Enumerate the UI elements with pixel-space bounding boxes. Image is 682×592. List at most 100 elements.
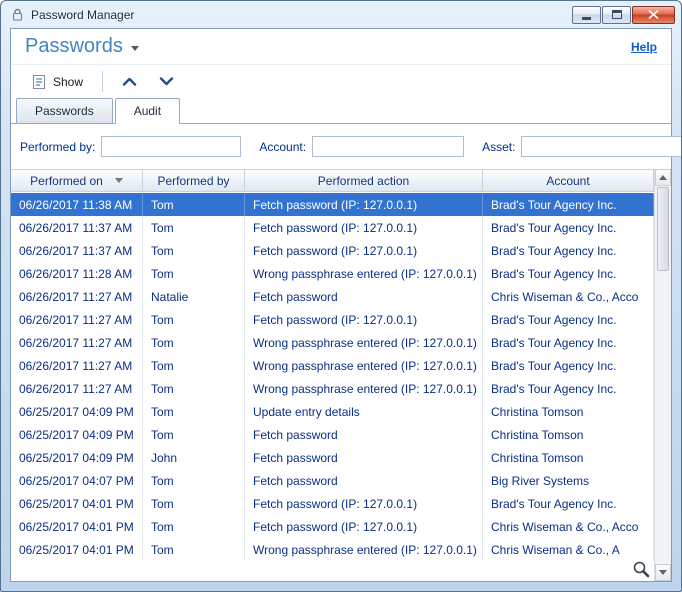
table-cell-action: Wrong passphrase entered (IP: 127.0.0.1)	[245, 538, 483, 561]
table-cell-action: Fetch password	[245, 469, 483, 492]
table-header: Performed on Performed by Performed acti…	[11, 169, 654, 192]
table-cell-account: Brad's Tour Agency Inc.	[483, 331, 654, 354]
filter-bar: Performed by: Account: Asset:	[11, 124, 671, 169]
minimize-button[interactable]	[572, 6, 601, 24]
chevron-up-icon	[122, 77, 137, 86]
table-cell-performed_by: Tom	[143, 216, 245, 239]
scroll-down-button[interactable]	[655, 564, 671, 581]
table-cell-performed_on: 06/26/2017 11:27 AM	[11, 354, 143, 377]
move-up-button[interactable]	[112, 71, 147, 92]
account-label: Account:	[259, 140, 306, 154]
table-cell-action: Fetch password (IP: 127.0.0.1)	[245, 308, 483, 331]
titlebar[interactable]: Password Manager	[1, 1, 681, 28]
table-cell-account: Big River Systems	[483, 469, 654, 492]
table-cell-performed_on: 06/25/2017 04:01 PM	[11, 538, 143, 561]
audit-table: Performed on Performed by Performed acti…	[11, 169, 671, 581]
table-cell-action: Fetch password (IP: 127.0.0.1)	[245, 193, 483, 216]
table-cell-action: Wrong passphrase entered (IP: 127.0.0.1)	[245, 377, 483, 400]
table-cell-performed_by: Tom	[143, 262, 245, 285]
table-cell-account: Brad's Tour Agency Inc.	[483, 354, 654, 377]
maximize-button[interactable]	[602, 6, 631, 24]
table-row[interactable]: 06/26/2017 11:27 AMTomWrong passphrase e…	[11, 354, 654, 377]
table-cell-action: Fetch password	[245, 285, 483, 308]
show-button-label: Show	[53, 75, 83, 89]
table-row[interactable]: 06/26/2017 11:27 AMNatalieFetch password…	[11, 285, 654, 308]
table-row[interactable]: 06/25/2017 04:01 PMTomWrong passphrase e…	[11, 538, 654, 561]
tab-audit[interactable]: Audit	[115, 98, 180, 124]
table-cell-action: Fetch password	[245, 446, 483, 469]
table-row[interactable]: 06/25/2017 04:09 PMTomFetch passwordChri…	[11, 423, 654, 446]
column-header-performed-on[interactable]: Performed on	[11, 170, 143, 191]
table-cell-performed_on: 06/26/2017 11:28 AM	[11, 262, 143, 285]
table-cell-action: Wrong passphrase entered (IP: 127.0.0.1)	[245, 331, 483, 354]
table-row[interactable]: 06/25/2017 04:01 PMTomFetch password (IP…	[11, 515, 654, 538]
table-cell-performed_on: 06/26/2017 11:37 AM	[11, 239, 143, 262]
account-input[interactable]	[312, 136, 464, 157]
table-cell-account: Christina Tomson	[483, 400, 654, 423]
close-button[interactable]	[632, 6, 675, 24]
column-header-performed-action[interactable]: Performed action	[245, 170, 483, 191]
document-icon	[31, 74, 47, 90]
client-area: Passwords Help Show	[10, 28, 672, 582]
table-cell-performed_on: 06/26/2017 11:38 AM	[11, 193, 143, 216]
tab-passwords[interactable]: Passwords	[16, 98, 113, 124]
table-cell-performed_on: 06/26/2017 11:27 AM	[11, 308, 143, 331]
table-cell-action: Update entry details	[245, 400, 483, 423]
show-button[interactable]: Show	[21, 68, 93, 96]
help-link[interactable]: Help	[631, 40, 657, 54]
table-row[interactable]: 06/26/2017 11:37 AMTomFetch password (IP…	[11, 239, 654, 262]
table-cell-account: Brad's Tour Agency Inc.	[483, 308, 654, 331]
table-cell-account: Christina Tomson	[483, 423, 654, 446]
table-row[interactable]: 06/25/2017 04:07 PMTomFetch passwordBig …	[11, 469, 654, 492]
table-cell-action: Fetch password (IP: 127.0.0.1)	[245, 515, 483, 538]
table-body: 06/26/2017 11:38 AMTomFetch password (IP…	[11, 193, 654, 581]
scroll-up-icon	[659, 175, 667, 180]
table-cell-account: Brad's Tour Agency Inc.	[483, 239, 654, 262]
view-switcher[interactable]: Passwords	[25, 35, 139, 58]
table-cell-action: Fetch password (IP: 127.0.0.1)	[245, 492, 483, 515]
table-cell-performed_by: Tom	[143, 469, 245, 492]
vertical-scrollbar[interactable]	[654, 169, 671, 581]
table-row[interactable]: 06/26/2017 11:28 AMTomWrong passphrase e…	[11, 262, 654, 285]
asset-input[interactable]	[521, 136, 682, 157]
table-cell-performed_on: 06/26/2017 11:27 AM	[11, 285, 143, 308]
table-cell-performed_on: 06/26/2017 11:27 AM	[11, 377, 143, 400]
tab-strip: Passwords Audit	[11, 98, 671, 124]
table-cell-action: Fetch password	[245, 423, 483, 446]
table-cell-performed_on: 06/25/2017 04:09 PM	[11, 446, 143, 469]
table-row[interactable]: 06/26/2017 11:38 AMTomFetch password (IP…	[11, 193, 654, 216]
performed-by-label: Performed by:	[20, 140, 95, 154]
table-cell-performed_by: Tom	[143, 423, 245, 446]
table-cell-performed_on: 06/26/2017 11:37 AM	[11, 216, 143, 239]
table-cell-account: Brad's Tour Agency Inc.	[483, 377, 654, 400]
table-cell-action: Wrong passphrase entered (IP: 127.0.0.1)	[245, 262, 483, 285]
scroll-up-button[interactable]	[655, 169, 671, 186]
table-cell-performed_on: 06/25/2017 04:09 PM	[11, 423, 143, 446]
table-row[interactable]: 06/25/2017 04:01 PMTomFetch password (IP…	[11, 492, 654, 515]
minimize-icon	[582, 17, 591, 20]
window-title: Password Manager	[31, 8, 134, 22]
table-row[interactable]: 06/25/2017 04:09 PMTomUpdate entry detai…	[11, 400, 654, 423]
filter-asset: Asset:	[482, 136, 662, 157]
padlock-icon	[10, 7, 25, 22]
page-title: Passwords	[25, 35, 123, 58]
performed-by-input[interactable]	[101, 136, 241, 157]
table-cell-performed_by: Tom	[143, 239, 245, 262]
table-cell-account: Brad's Tour Agency Inc.	[483, 262, 654, 285]
table-cell-performed_by: Tom	[143, 400, 245, 423]
password-manager-window: Password Manager Passwords Help	[0, 0, 682, 592]
table-row[interactable]: 06/26/2017 11:37 AMTomFetch password (IP…	[11, 216, 654, 239]
table-row[interactable]: 06/26/2017 11:27 AMTomFetch password (IP…	[11, 308, 654, 331]
column-header-account[interactable]: Account	[483, 170, 654, 191]
table-row[interactable]: 06/26/2017 11:27 AMTomWrong passphrase e…	[11, 331, 654, 354]
table-row[interactable]: 06/26/2017 11:27 AMTomWrong passphrase e…	[11, 377, 654, 400]
scrollbar-thumb[interactable]	[657, 187, 669, 271]
move-down-button[interactable]	[149, 71, 184, 92]
column-header-performed-by[interactable]: Performed by	[143, 170, 245, 191]
toolbar: Show	[11, 65, 671, 98]
table-row[interactable]: 06/25/2017 04:09 PMJohnFetch passwordChr…	[11, 446, 654, 469]
filter-account: Account:	[259, 136, 464, 157]
table-cell-performed_by: Tom	[143, 538, 245, 561]
table-cell-account: Chris Wiseman & Co., A	[483, 538, 654, 561]
magnifier-icon[interactable]	[632, 560, 650, 578]
